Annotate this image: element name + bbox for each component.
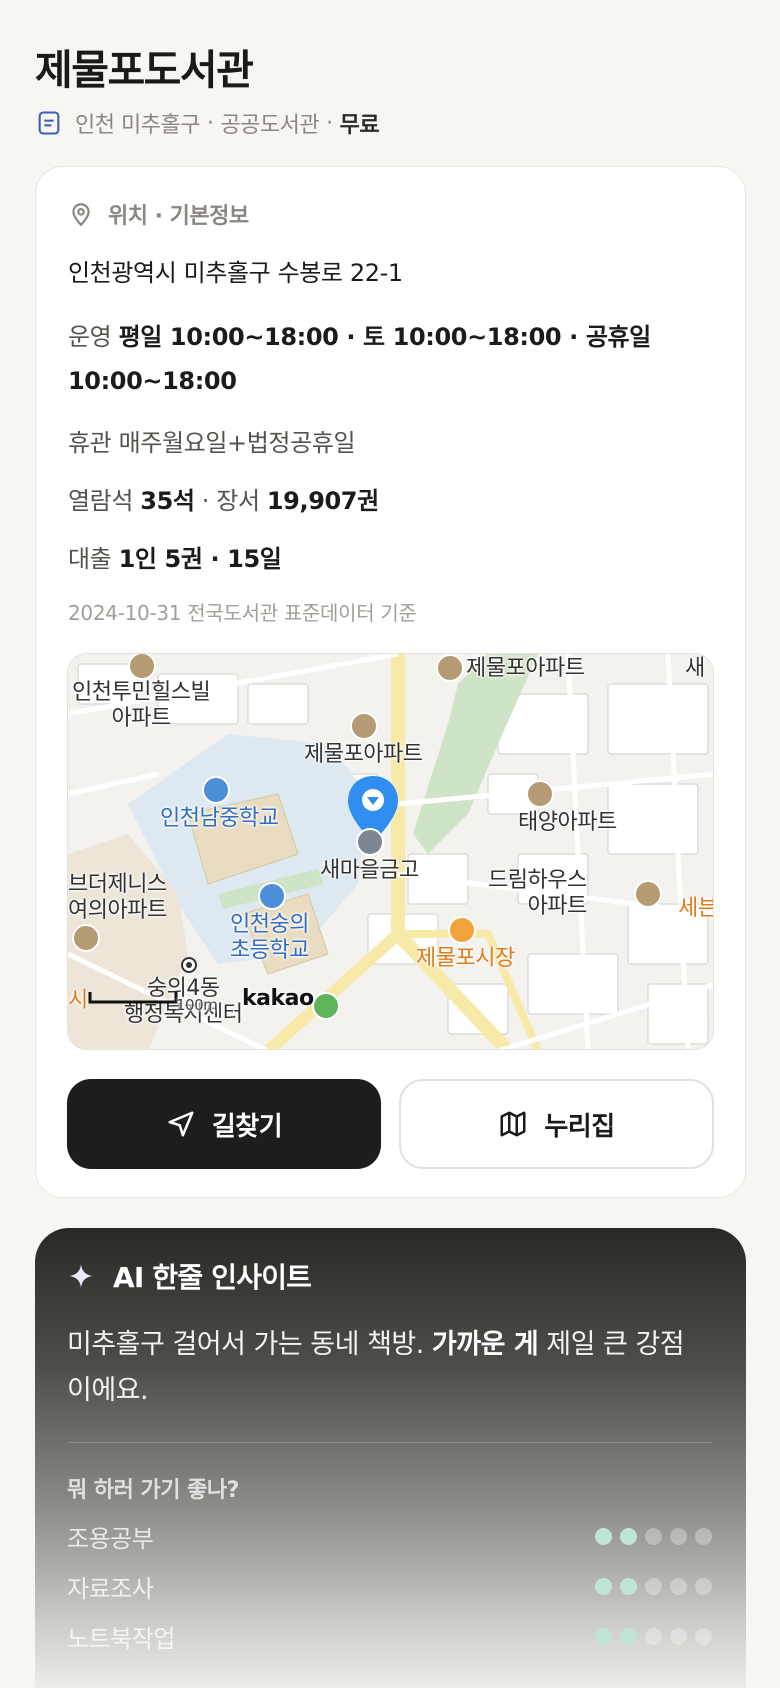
use-case-row: 노트북작업 xyxy=(67,1620,712,1653)
loan-label: 대출 xyxy=(68,545,112,573)
website-label: 누리집 xyxy=(544,1111,615,1142)
data-source-note: 2024-10-31 전국도서관 표준데이터 기준 xyxy=(68,601,417,625)
meta-separator: · xyxy=(326,110,333,136)
map-label-apt2: 제물포아파트 xyxy=(466,656,585,681)
use-case-rating xyxy=(595,1577,712,1595)
map-label-apt4: 태양아파트 xyxy=(518,810,617,835)
ai-insight-card: AI 한줄 인사이트 미추홀구 걸어서 가는 동네 책방. 가까운 게 제일 큰… xyxy=(35,1228,746,1688)
map-label-edge3: 시 xyxy=(68,988,88,1013)
use-case-rating xyxy=(595,1527,712,1545)
apartment-icon xyxy=(436,654,464,682)
seats-value: 35석 xyxy=(140,487,195,515)
directions-button[interactable]: 길찾기 xyxy=(67,1079,381,1169)
address: 인천광역시 미추홀구 수봉로 22-1 xyxy=(68,259,403,287)
rating-dot-filled xyxy=(620,1627,637,1645)
closed-label: 휴관 xyxy=(68,429,112,457)
use-case-name: 자료조사 xyxy=(67,1574,154,1603)
info-section-header: 위치 · 기본정보 xyxy=(68,199,249,229)
map-icon xyxy=(500,1111,526,1137)
bank-icon xyxy=(356,828,384,856)
map-scale-text: 100m xyxy=(176,996,218,1014)
opening-hours: 운영 평일 10:00~18:00 · 토 10:00~18:00 · 공휴일 … xyxy=(68,315,708,403)
rating-dot-empty xyxy=(670,1627,687,1645)
map-provider-logo: kakao xyxy=(242,986,314,1011)
apartment-icon xyxy=(128,654,156,680)
closed-days: 휴관 매주월요일+법정공휴일 xyxy=(68,423,356,458)
map-label-edge1: 새 xyxy=(685,656,705,681)
rating-dot-empty xyxy=(695,1527,712,1545)
map-label-apt1: 인천투민힐스빌 아파트 xyxy=(72,680,211,731)
map-label-apt3: 제물포아파트 xyxy=(304,742,423,767)
rating-dot-empty xyxy=(645,1527,662,1545)
location-map[interactable]: 인천투민힐스빌 아파트 제물포아파트 새 제물포아파트 인천남중학교 태양아파트 … xyxy=(67,653,714,1050)
school-icon xyxy=(202,776,230,804)
school-icon xyxy=(258,882,286,910)
rating-dot-filled xyxy=(620,1577,637,1595)
hours-value: 평일 10:00~18:00 · 토 10:00~18:00 · 공휴일 10:… xyxy=(68,323,651,395)
document-icon xyxy=(38,111,60,135)
books-label: 장서 xyxy=(216,487,260,515)
rating-dot-empty xyxy=(670,1577,687,1595)
books-value: 19,907권 xyxy=(266,487,379,515)
page-title: 제물포도서관 xyxy=(35,46,254,94)
meta-region: 인천 미추홀구 xyxy=(75,113,200,138)
use-case-name: 조용공부 xyxy=(67,1524,154,1553)
use-case-row: 조용공부 xyxy=(67,1520,712,1553)
use-case-rating xyxy=(595,1627,712,1645)
sparkle-icon xyxy=(69,1264,93,1288)
meta-separator: · xyxy=(206,110,214,136)
market-icon xyxy=(448,916,476,944)
rating-dot-empty xyxy=(645,1627,662,1645)
meta-category: 공공도서관 xyxy=(220,113,320,138)
map-label-edge2: 세븐 xyxy=(678,896,714,921)
capacity: 열람석 35석 · 장서 19,907권 xyxy=(68,487,379,515)
ai-insight-text: 미추홀구 걸어서 가는 동네 책방. 가까운 게 제일 큰 강점이에요. xyxy=(67,1329,685,1406)
ai-insight-header: AI 한줄 인사이트 xyxy=(67,1256,312,1296)
rating-dot-filled xyxy=(595,1627,612,1645)
hours-label: 운영 xyxy=(68,323,112,351)
location-pin-icon xyxy=(72,203,90,227)
divider xyxy=(67,1442,712,1443)
map-scale-bar xyxy=(88,992,178,1004)
loan-policy: 대출 1인 5권 · 15일 xyxy=(68,539,282,574)
use-case-row: 자료조사 xyxy=(67,1570,712,1603)
closed-value: 매주월요일+법정공휴일 xyxy=(118,429,356,457)
website-button[interactable]: 누리집 xyxy=(399,1079,714,1169)
loan-value: 1인 5권 · 15일 xyxy=(118,545,282,573)
rating-dot-filled xyxy=(620,1527,637,1545)
map-label-market: 제물포시장 xyxy=(416,946,515,971)
park-icon xyxy=(312,992,340,1020)
meta-fee: 무료 xyxy=(339,113,380,138)
directions-label: 길찾기 xyxy=(211,1111,283,1142)
ai-insight-title: AI 한줄 인사이트 xyxy=(113,1261,312,1294)
rating-dot-empty xyxy=(670,1527,687,1545)
map-label-apt6: 브더제니스 여의아파트 xyxy=(68,872,167,923)
rating-dot-filled xyxy=(595,1577,612,1595)
use-case-name: 노트북작업 xyxy=(67,1624,175,1653)
apartment-icon xyxy=(634,880,662,908)
rating-dot-filled xyxy=(595,1527,612,1545)
office-icon xyxy=(181,957,197,973)
info-card: 위치 · 기본정보 인천광역시 미추홀구 수봉로 22-1 운영 평일 10:0… xyxy=(35,166,746,1198)
rating-dot-empty xyxy=(645,1577,662,1595)
map-label-school1: 인천남중학교 xyxy=(160,806,279,831)
seats-label: 열람석 xyxy=(68,487,134,515)
map-label-apt5: 드림하우스 아파트 xyxy=(488,868,587,919)
rating-dot-empty xyxy=(695,1577,712,1595)
info-section-title: 위치 · 기본정보 xyxy=(108,204,249,229)
map-label-school2: 인천숭의 초등학교 xyxy=(230,912,309,963)
apartment-icon xyxy=(526,780,554,808)
navigation-arrow-icon xyxy=(168,1111,194,1137)
apartment-icon xyxy=(72,924,100,952)
map-label-bank: 새마을금고 xyxy=(320,858,419,883)
use-case-question: 뭐 하러 가기 좋나? xyxy=(67,1478,239,1503)
library-meta: 인천 미추홀구 · 공공도서관 · 무료 xyxy=(35,106,380,140)
rating-dot-empty xyxy=(695,1627,712,1645)
apartment-icon xyxy=(350,712,378,740)
